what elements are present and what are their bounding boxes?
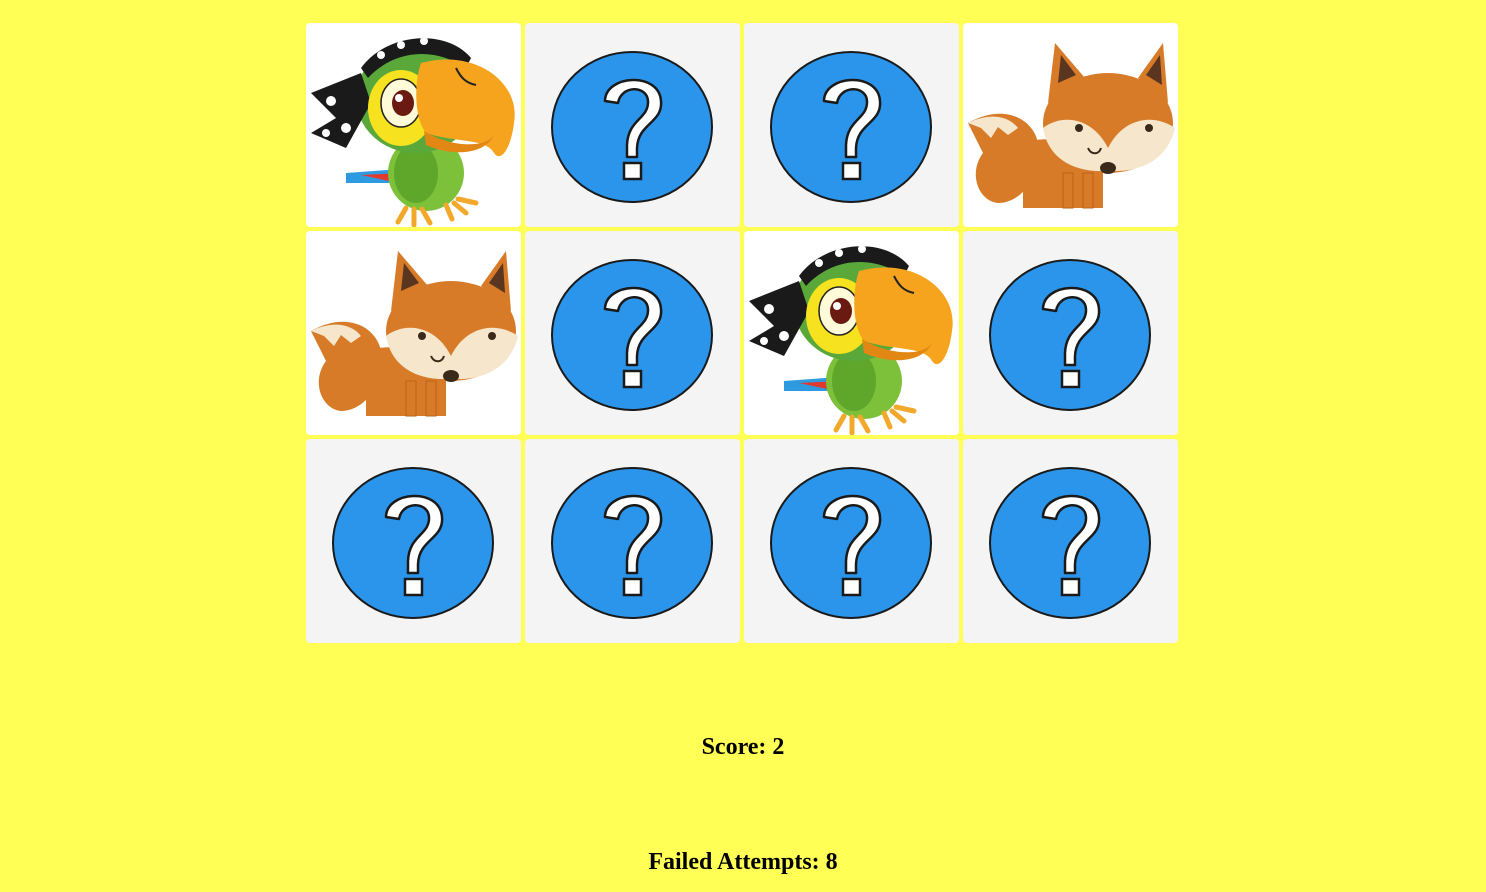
question-icon: [744, 23, 959, 227]
question-icon: [306, 439, 521, 643]
card-9[interactable]: [306, 439, 521, 643]
card-12[interactable]: [963, 439, 1178, 643]
card-grid: [306, 23, 1181, 647]
card-2[interactable]: [525, 23, 740, 227]
card-7: [744, 231, 959, 435]
card-4: [963, 23, 1178, 227]
parrot-icon: [306, 23, 521, 227]
fox-icon: [306, 231, 521, 435]
card-5: [306, 231, 521, 435]
card-11[interactable]: [744, 439, 959, 643]
parrot-icon: [744, 231, 959, 435]
card-8[interactable]: [963, 231, 1178, 435]
fox-icon: [963, 23, 1178, 227]
question-icon: [744, 439, 959, 643]
card-10[interactable]: [525, 439, 740, 643]
card-1: [306, 23, 521, 227]
question-icon: [525, 439, 740, 643]
question-icon: [525, 23, 740, 227]
card-6[interactable]: [525, 231, 740, 435]
card-3[interactable]: [744, 23, 959, 227]
question-icon: [963, 439, 1178, 643]
failed-attempts-text: Failed Attempts: 8: [648, 849, 838, 875]
score-text: Score: 2: [701, 734, 785, 760]
question-icon: [963, 231, 1178, 435]
question-icon: [525, 231, 740, 435]
